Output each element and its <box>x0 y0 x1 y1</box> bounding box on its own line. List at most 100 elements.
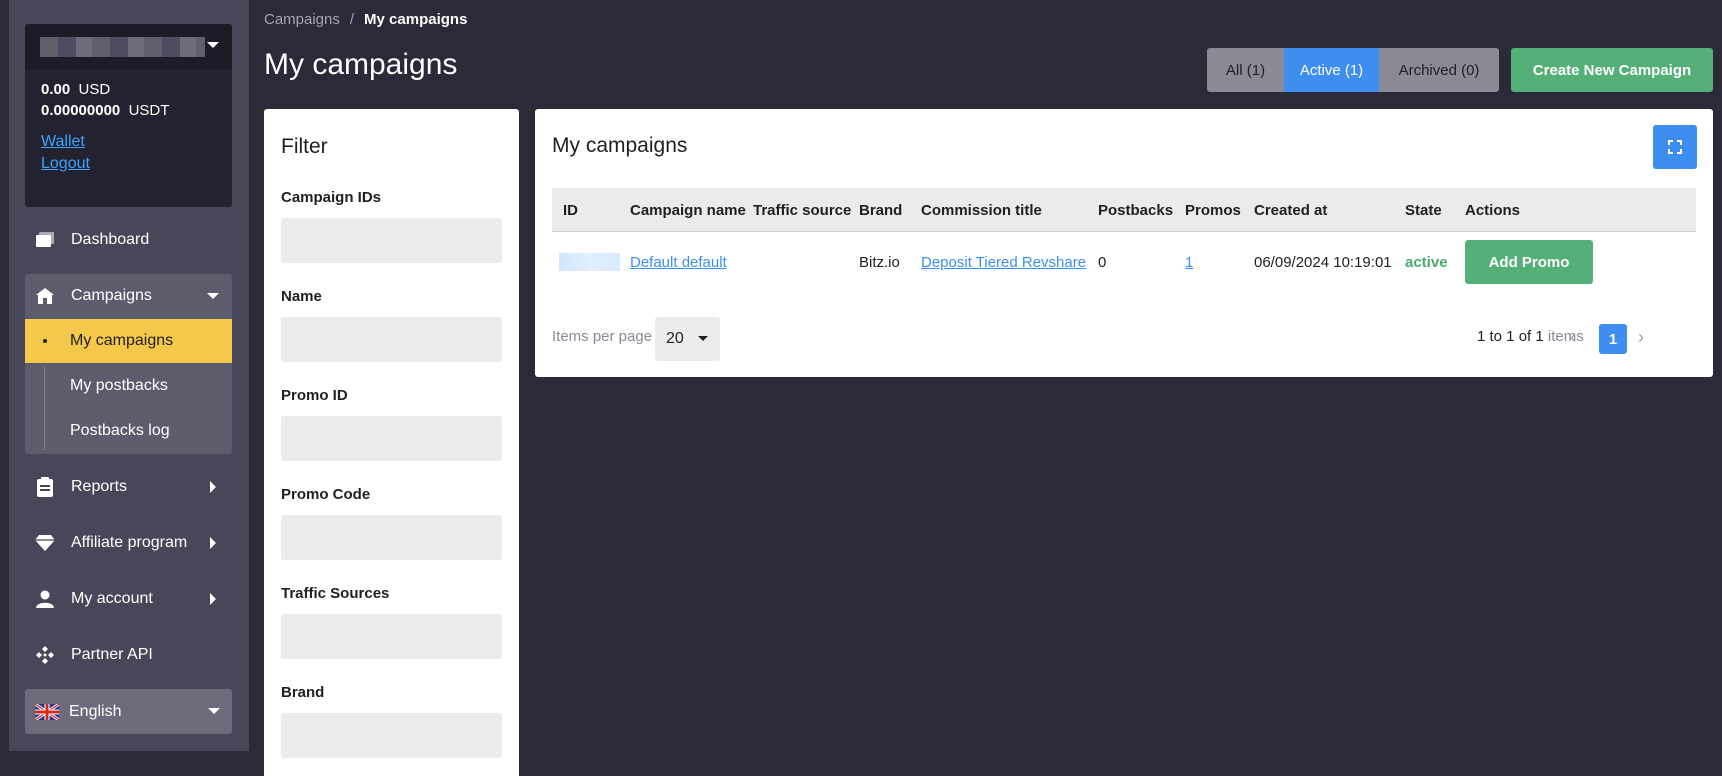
table-row: Default default Bitz.io Deposit Tiered R… <box>552 232 1696 292</box>
items-per-page-label: Items per page <box>552 328 653 345</box>
fullscreen-button[interactable] <box>1653 125 1697 169</box>
balance-usd: 0.00 USD <box>41 81 110 98</box>
balance-amount: 0.00 <box>41 81 71 98</box>
pager-next-icon[interactable]: › <box>1638 328 1644 346</box>
language-selector[interactable]: English <box>25 689 232 734</box>
pager-prev-icon[interactable]: ‹ <box>1570 328 1576 346</box>
breadcrumb-campaigns[interactable]: Campaigns <box>264 11 340 28</box>
page-title: My campaigns <box>264 48 458 81</box>
uk-flag-icon <box>35 703 59 720</box>
traffic-sources-input[interactable] <box>281 614 502 659</box>
wallet-link[interactable]: Wallet <box>41 133 85 151</box>
pagination-suffix: items <box>1547 328 1584 345</box>
logout-link[interactable]: Logout <box>41 155 90 173</box>
state-filter-tabs: All (1) Active (1) Archived (0) <box>1207 48 1499 92</box>
brand-input[interactable] <box>281 713 502 758</box>
promo-id-input[interactable] <box>281 416 502 461</box>
api-nodes-icon <box>35 645 55 665</box>
dashboard-icon <box>35 230 55 250</box>
filter-label: Name <box>281 288 322 305</box>
chevron-right-icon <box>210 481 216 493</box>
breadcrumb-current: My campaigns <box>364 11 468 28</box>
column-header-actions: Actions <box>1465 201 1521 219</box>
breadcrumb-separator: / <box>349 11 355 28</box>
sidebar-item-label: Reports <box>71 478 128 495</box>
table-header: ID Campaign name Traffic source Brand Co… <box>552 188 1696 232</box>
sidebar: 0.00 USD 0.00000000 USDT Wallet Logout D… <box>9 0 249 751</box>
breadcrumb: Campaigns / My campaigns <box>264 11 467 28</box>
card-title: My campaigns <box>552 134 688 157</box>
cell-id <box>559 232 620 292</box>
sidebar-item-affiliate-program[interactable]: Affiliate program <box>25 521 232 565</box>
sidebar-item-partner-api[interactable]: Partner API <box>25 633 232 677</box>
tab-archived[interactable]: Archived (0) <box>1379 48 1499 92</box>
campaign-id-masked <box>559 253 620 271</box>
status-badge: active <box>1405 253 1448 271</box>
pagination-info: 1 to 1 of 1 items <box>1477 328 1584 345</box>
tab-active[interactable]: Active (1) <box>1284 48 1379 92</box>
column-header-campaign-name: Campaign name <box>630 201 746 219</box>
sidebar-item-label: My account <box>71 590 153 607</box>
commission-title-link[interactable]: Deposit Tiered Revshare <box>921 254 1086 271</box>
column-header-promos: Promos <box>1185 201 1241 219</box>
account-box: 0.00 USD 0.00000000 USDT Wallet Logout <box>25 24 232 207</box>
sidebar-item-label: Dashboard <box>71 231 150 248</box>
items-per-page-select[interactable]: 20 <box>655 317 720 361</box>
sidebar-item-dashboard[interactable]: Dashboard <box>25 218 232 262</box>
filter-label: Campaign IDs <box>281 189 382 206</box>
balance-usdt: 0.00000000 USDT <box>41 102 169 119</box>
column-header-state: State <box>1405 201 1442 219</box>
promo-code-input[interactable] <box>281 515 502 560</box>
language-label: English <box>69 702 122 720</box>
cell-postbacks: 0 <box>1098 253 1107 271</box>
filter-label: Traffic Sources <box>281 585 390 602</box>
pagination-range: 1 to 1 of 1 <box>1477 328 1544 345</box>
chevron-right-icon <box>210 537 216 549</box>
filter-label: Promo Code <box>281 486 371 503</box>
cell-campaign-name: Default default <box>630 232 727 292</box>
name-input[interactable] <box>281 317 502 362</box>
cell-commission-title: Deposit Tiered Revshare <box>921 232 1086 292</box>
campaigns-card: My campaigns ID Campaign name Traffic so… <box>535 109 1713 377</box>
sidebar-item-campaigns[interactable]: Campaigns <box>25 274 232 318</box>
sidebar-item-label: My campaigns <box>70 332 174 349</box>
sidebar-item-my-campaigns[interactable]: My campaigns <box>25 319 232 363</box>
account-selector[interactable] <box>25 24 232 69</box>
sidebar-item-label: My postbacks <box>70 377 168 394</box>
pager-page-1[interactable]: 1 <box>1599 324 1627 354</box>
account-name-masked <box>40 37 205 57</box>
campaign-ids-input[interactable] <box>281 218 502 263</box>
sidebar-item-label: Postbacks log <box>70 422 170 439</box>
sidebar-item-postbacks-log[interactable]: Postbacks log <box>25 409 232 453</box>
cell-created-at: 06/09/2024 10:19:01 <box>1254 253 1392 271</box>
create-new-campaign-button[interactable]: Create New Campaign <box>1511 48 1713 92</box>
column-header-brand: Brand <box>859 201 903 219</box>
active-dot-icon <box>43 339 47 343</box>
column-header-id: ID <box>563 201 578 219</box>
sidebar-item-my-postbacks[interactable]: My postbacks <box>25 364 232 408</box>
sidebar-item-label: Partner API <box>71 646 153 663</box>
tab-all[interactable]: All (1) <box>1207 48 1284 92</box>
chevron-right-icon <box>210 593 216 605</box>
balance-amount: 0.00000000 <box>41 102 121 119</box>
chevron-down-icon <box>207 293 219 299</box>
column-header-postbacks: Postbacks <box>1098 201 1174 219</box>
chevron-down-icon <box>208 708 220 714</box>
fullscreen-icon <box>1668 140 1682 154</box>
home-icon <box>35 286 55 306</box>
diamond-icon <box>35 533 55 553</box>
cell-brand: Bitz.io <box>859 253 900 271</box>
chevron-down-icon <box>698 336 708 341</box>
clipboard-icon <box>35 477 55 497</box>
filter-title: Filter <box>281 135 328 158</box>
user-icon <box>35 589 55 609</box>
promos-count-link[interactable]: 1 <box>1185 254 1193 271</box>
filter-label: Brand <box>281 684 325 701</box>
column-header-created-at: Created at <box>1254 201 1328 219</box>
add-promo-button[interactable]: Add Promo <box>1465 240 1593 284</box>
balance-currency: USD <box>78 81 111 98</box>
sidebar-item-label: Affiliate program <box>71 534 188 551</box>
sidebar-item-reports[interactable]: Reports <box>25 465 232 509</box>
campaign-name-link[interactable]: Default default <box>630 254 727 271</box>
sidebar-item-my-account[interactable]: My account <box>25 577 232 621</box>
